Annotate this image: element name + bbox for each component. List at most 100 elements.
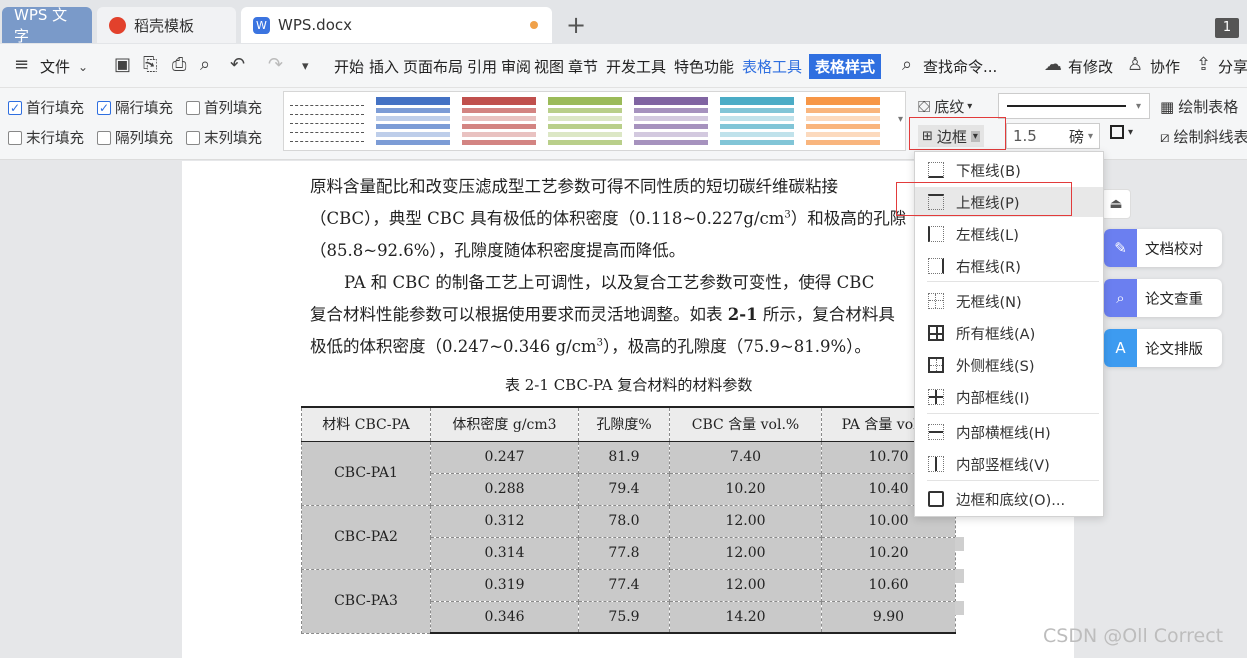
tab-daoke-templates[interactable]: 稻壳模板: [97, 7, 236, 43]
hamburger-icon[interactable]: ≡: [14, 54, 29, 75]
border-menu-item[interactable]: 内部竖框线(V): [915, 449, 1103, 479]
share-button[interactable]: 分享: [1218, 56, 1247, 77]
menu-home[interactable]: 开始: [334, 56, 364, 77]
border-menu-item[interactable]: 右框线(R): [915, 251, 1103, 281]
table-cell[interactable]: 10.20: [821, 536, 956, 570]
border-menu-item[interactable]: 下框线(B): [915, 155, 1103, 185]
table-cell[interactable]: 75.9: [578, 600, 670, 634]
undo-icon[interactable]: ↶: [230, 54, 245, 75]
table-cell[interactable]: 12.00: [669, 536, 822, 570]
last-column-fill-checkbox[interactable]: 末列填充: [186, 127, 262, 148]
banded-columns-checkbox[interactable]: 隔列填充: [97, 127, 173, 148]
table-style-swatch[interactable]: [804, 97, 882, 149]
banded-rows-checkbox[interactable]: ✓ 隔行填充: [97, 97, 173, 118]
table-cell[interactable]: 0.314: [430, 536, 579, 570]
table-style-swatch[interactable]: [374, 97, 452, 149]
tab-document[interactable]: W WPS.docx: [241, 7, 552, 43]
line-style-select[interactable]: ▾: [998, 93, 1150, 119]
new-tab-button[interactable]: +: [566, 11, 586, 39]
table-cell[interactable]: 0.346: [430, 600, 579, 634]
table-cell[interactable]: 0.247: [430, 440, 579, 474]
table-cell[interactable]: 9.90: [821, 600, 956, 634]
border-menu-item[interactable]: 左框线(L): [915, 219, 1103, 249]
table-cell[interactable]: 12.00: [669, 568, 822, 602]
thesis-format-button[interactable]: A 论文排版: [1104, 329, 1222, 367]
table-cell[interactable]: 77.8: [578, 536, 670, 570]
table-cell[interactable]: 12.00: [669, 504, 822, 538]
data-table[interactable]: 材料 CBC-PA 体积密度 g/cm3 孔隙度% CBC 含量 vol.% PA 含量…: [301, 406, 956, 634]
table-cell[interactable]: 0.312: [430, 504, 579, 538]
command-search[interactable]: 查找命令...: [923, 56, 997, 77]
menu-table-style[interactable]: 表格样式: [809, 54, 882, 79]
menu-dev-tools[interactable]: 开发工具: [606, 56, 666, 77]
table-header-cell[interactable]: 体积密度 g/cm3: [430, 406, 579, 442]
gallery-scroll-icon[interactable]: ▾: [898, 114, 903, 125]
print-icon[interactable]: ⎙: [172, 54, 186, 75]
table-header-cell[interactable]: 孔隙度%: [578, 406, 670, 442]
table-style-swatch[interactable]: [546, 97, 624, 149]
border-menu-item[interactable]: 内部横框线(H): [915, 417, 1103, 447]
row-handle[interactable]: [955, 601, 964, 615]
format-painter-icon[interactable]: ⎘: [143, 54, 157, 75]
proofread-button[interactable]: ✎ 文档校对: [1104, 229, 1222, 267]
print-preview-icon[interactable]: ⌕: [200, 54, 210, 75]
menu-review[interactable]: 审阅: [501, 56, 531, 77]
menu-insert[interactable]: 插入: [369, 56, 399, 77]
menu-chapter[interactable]: 章节: [568, 56, 598, 77]
table-group-cell[interactable]: CBC-PA1: [301, 440, 431, 506]
border-menu-item[interactable]: 内部框线(I): [915, 382, 1103, 412]
table-style-gallery: ▾: [283, 91, 906, 151]
table-row: CBC-PA2 0.312 78.0 12.00 10.00: [301, 504, 956, 570]
shading-button[interactable]: ⛋ 底纹 ▾: [918, 96, 972, 117]
table-style-swatch[interactable]: [460, 97, 538, 149]
table-header-cell[interactable]: 材料 CBC-PA: [301, 406, 431, 442]
border-menu-item[interactable]: 边框和底纹(O)...: [915, 484, 1103, 514]
menu-special-features[interactable]: 特色功能: [674, 56, 734, 77]
menu-page-layout[interactable]: 页面布局: [403, 56, 463, 77]
menu-table-tools[interactable]: 表格工具: [742, 56, 802, 77]
table-cell[interactable]: 79.4: [578, 472, 670, 506]
row-handle[interactable]: [955, 569, 964, 583]
table-cell[interactable]: 7.40: [669, 440, 822, 474]
border-menu-item[interactable]: 所有框线(A): [915, 318, 1103, 348]
table-cell[interactable]: 78.0: [578, 504, 670, 538]
last-row-fill-checkbox[interactable]: 末行填充: [8, 127, 84, 148]
menu-view[interactable]: 视图: [534, 56, 564, 77]
more-icon[interactable]: ▾: [302, 59, 309, 74]
collaborate-button[interactable]: 协作: [1150, 56, 1180, 77]
table-cell[interactable]: 10.60: [821, 568, 956, 602]
border-color-button[interactable]: ▾: [1110, 125, 1133, 139]
table-cell[interactable]: 81.9: [578, 440, 670, 474]
table-cell[interactable]: 77.4: [578, 568, 670, 602]
table-style-swatch[interactable]: [632, 97, 710, 149]
draw-table-button[interactable]: ▦ 绘制表格: [1160, 96, 1238, 117]
first-row-fill-checkbox[interactable]: ✓ 首行填充: [8, 97, 84, 118]
chevron-down-icon[interactable]: ⌄: [78, 60, 88, 74]
modified-status[interactable]: 有修改: [1068, 56, 1113, 77]
file-menu[interactable]: 文件: [40, 56, 70, 77]
border-menu-item[interactable]: 无框线(N): [915, 286, 1103, 316]
table-cell[interactable]: 0.288: [430, 472, 579, 506]
table-style-swatch[interactable]: [718, 97, 796, 149]
table-cell[interactable]: 14.20: [669, 600, 822, 634]
table-group-cell[interactable]: CBC-PA2: [301, 504, 431, 570]
save-icon[interactable]: ▣: [114, 54, 131, 75]
table-group-cell[interactable]: CBC-PA3: [301, 568, 431, 634]
tab-label: WPS.docx: [278, 16, 352, 34]
text-run: 极低的体积密度（0.247~0.346 g/cm: [310, 337, 597, 356]
border-menu-item[interactable]: 外侧框线(S): [915, 350, 1103, 380]
redo-icon[interactable]: ↷: [268, 54, 283, 75]
table-style-plain[interactable]: [288, 97, 366, 149]
table-cell[interactable]: 0.319: [430, 568, 579, 602]
first-column-fill-checkbox[interactable]: 首列填充: [186, 97, 262, 118]
menu-references[interactable]: 引用: [467, 56, 497, 77]
row-handle[interactable]: [955, 537, 964, 551]
search-icon[interactable]: ⌕: [902, 54, 912, 75]
line-width-select[interactable]: 1.5 磅 ▾: [1006, 123, 1100, 149]
table-cell[interactable]: 10.20: [669, 472, 822, 506]
collapse-panel-button[interactable]: ⏏: [1101, 189, 1131, 219]
table-header-cell[interactable]: CBC 含量 vol.%: [669, 406, 822, 442]
tab-wps-writer[interactable]: WPS 文字: [2, 6, 92, 45]
draw-diagonal-button[interactable]: ⧄ 绘制斜线表: [1160, 126, 1247, 147]
plagiarism-check-button[interactable]: ⌕ 论文查重: [1104, 279, 1222, 317]
